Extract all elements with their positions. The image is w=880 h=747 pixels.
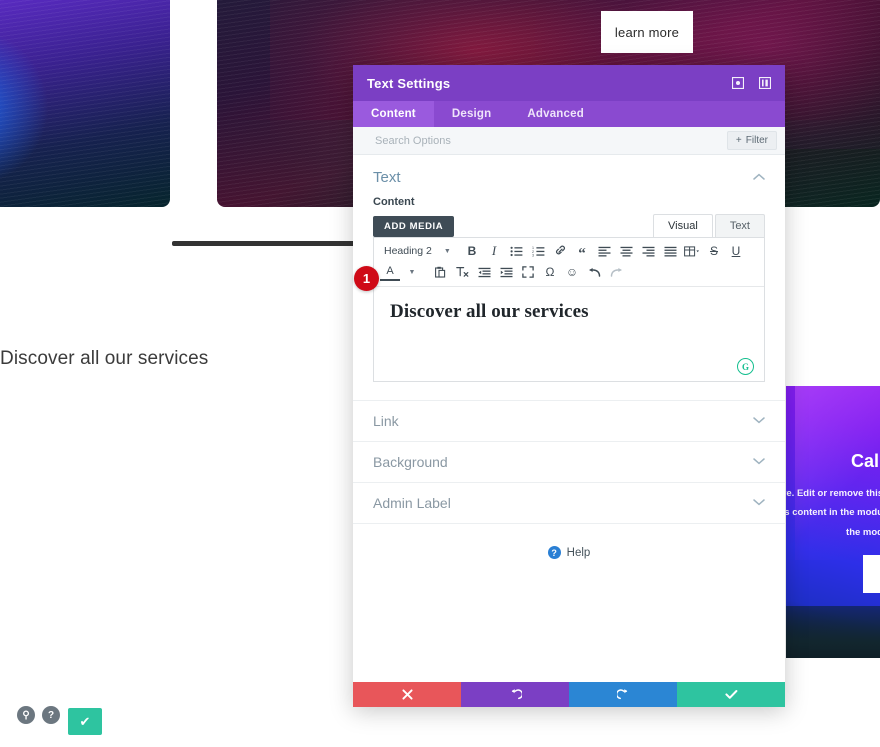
tab-design[interactable]: Design bbox=[434, 101, 510, 127]
promo-cta-button[interactable] bbox=[863, 555, 880, 593]
format-select[interactable]: Heading 2 ▼ bbox=[380, 245, 460, 257]
outdent-icon[interactable] bbox=[474, 264, 494, 281]
toolbar-row-1: Heading 2 ▼ B I 1 2 3 “ S U bbox=[380, 240, 758, 262]
accordion-item-background[interactable]: Background bbox=[353, 441, 785, 482]
bold-icon[interactable]: B bbox=[462, 243, 482, 260]
editor-toolbar: Heading 2 ▼ B I 1 2 3 “ S U A ▼ Ω ☺ bbox=[374, 238, 764, 287]
content-field-label: Content bbox=[373, 196, 415, 208]
filter-button[interactable]: + Filter bbox=[726, 131, 777, 150]
modal-title: Text Settings bbox=[367, 75, 451, 91]
undo-button[interactable] bbox=[461, 682, 569, 707]
toolbar-row-2: A ▼ Ω ☺ bbox=[380, 263, 758, 281]
modal-header-icons bbox=[731, 77, 771, 90]
strikethrough-icon[interactable]: S bbox=[704, 243, 724, 260]
tab-text[interactable]: Text bbox=[714, 214, 765, 237]
page-heading: Discover all our services bbox=[0, 348, 209, 369]
search-input[interactable] bbox=[373, 133, 727, 148]
align-center-icon[interactable] bbox=[616, 243, 636, 260]
text-color-chevron-down-icon[interactable]: ▼ bbox=[402, 264, 422, 281]
chevron-down-icon[interactable] bbox=[753, 415, 765, 427]
accordion-label: Link bbox=[373, 413, 399, 429]
link-icon[interactable] bbox=[550, 243, 570, 260]
text-color-icon[interactable]: A bbox=[380, 264, 400, 281]
modal-body: Text Content ADD MEDIA Visual Text Headi… bbox=[353, 155, 785, 682]
promo-line: here. Edit or remove this bbox=[786, 488, 880, 499]
help-icon[interactable]: ? bbox=[42, 706, 60, 724]
help-icon: ? bbox=[547, 546, 561, 559]
grammarly-icon[interactable]: G bbox=[737, 358, 754, 375]
table-icon[interactable] bbox=[682, 243, 702, 260]
editor-view-tabs: Visual Text bbox=[653, 214, 765, 237]
align-right-icon[interactable] bbox=[638, 243, 658, 260]
expand-icon[interactable] bbox=[731, 77, 744, 90]
screen-root: learn more Discover all our services Cal… bbox=[0, 0, 880, 747]
text-section-header[interactable]: Text bbox=[353, 155, 785, 194]
editor-top-row: ADD MEDIA Visual Text bbox=[373, 214, 765, 237]
accordion-label: Admin Label bbox=[373, 495, 451, 511]
page-save-button[interactable]: ✔ bbox=[68, 708, 102, 735]
section-divider bbox=[172, 241, 368, 246]
chevron-down-icon[interactable] bbox=[753, 456, 765, 468]
undo-icon[interactable] bbox=[584, 264, 604, 281]
text-settings-modal: Text Settings Content Design Advanced Se… bbox=[353, 65, 785, 707]
modal-header: Text Settings bbox=[353, 65, 785, 101]
align-left-icon[interactable] bbox=[594, 243, 614, 260]
hero-texture bbox=[0, 0, 170, 207]
filter-label: Filter bbox=[745, 135, 768, 146]
modal-tabbar: Content Design Advanced bbox=[353, 101, 785, 127]
accordion-item-admin-label[interactable]: Admin Label bbox=[353, 482, 785, 524]
promo-line: the mod bbox=[846, 526, 880, 538]
promo-footer-shade bbox=[786, 606, 880, 658]
tab-advanced[interactable]: Advanced bbox=[509, 101, 602, 127]
promo-title: Call bbox=[850, 451, 880, 471]
bullet-list-icon[interactable] bbox=[506, 243, 526, 260]
tab-content[interactable]: Content bbox=[353, 101, 434, 127]
search-options-bar: + Filter bbox=[353, 127, 785, 155]
indent-icon[interactable] bbox=[496, 264, 516, 281]
help-row[interactable]: ? Help bbox=[353, 524, 785, 559]
editor-wrapper: ADD MEDIA Visual Text Heading 2 ▼ B I 1 … bbox=[353, 214, 785, 382]
add-media-button[interactable]: ADD MEDIA bbox=[373, 216, 455, 237]
italic-icon[interactable]: I bbox=[484, 243, 504, 260]
redo-icon[interactable] bbox=[606, 264, 626, 281]
svg-text:3: 3 bbox=[532, 253, 534, 257]
accordion-item-link[interactable]: Link bbox=[353, 400, 785, 441]
blockquote-icon[interactable]: “ bbox=[572, 240, 592, 262]
search-icon[interactable]: ⚲ bbox=[17, 706, 35, 724]
layout-icon[interactable] bbox=[758, 77, 771, 90]
redo-button[interactable] bbox=[569, 682, 677, 707]
promo-card: Call here. Edit or remove this f this co… bbox=[786, 386, 880, 658]
tab-visual[interactable]: Visual bbox=[653, 214, 713, 237]
rich-text-editor: Heading 2 ▼ B I 1 2 3 “ S U A ▼ Ω ☺ Disc… bbox=[373, 237, 765, 382]
promo-body: here. Edit or remove this f this content… bbox=[786, 484, 880, 542]
editor-heading-text: Discover all our services bbox=[390, 301, 589, 322]
hero-card-left bbox=[0, 0, 170, 207]
accordion-label: Background bbox=[373, 454, 448, 470]
chevron-up-icon[interactable] bbox=[753, 172, 765, 184]
cancel-button[interactable] bbox=[353, 682, 461, 707]
chevron-down-icon[interactable] bbox=[753, 497, 765, 509]
page-floating-controls: ⚲ ? bbox=[17, 706, 60, 724]
help-label: Help bbox=[566, 546, 591, 559]
underline-icon[interactable]: U bbox=[726, 243, 746, 260]
editor-content-area[interactable]: Discover all our services G bbox=[374, 287, 764, 381]
settings-accordion: Link Background Admin Label bbox=[353, 400, 785, 524]
format-select-value: Heading 2 bbox=[384, 245, 432, 257]
plus-icon: + bbox=[735, 135, 742, 146]
promo-line: f this content in the modu bbox=[786, 507, 880, 519]
clear-formatting-icon[interactable] bbox=[452, 264, 472, 281]
fullscreen-icon[interactable] bbox=[518, 264, 538, 281]
modal-footer bbox=[353, 682, 785, 707]
emoji-icon[interactable]: ☺ bbox=[562, 264, 582, 281]
numbered-list-icon[interactable]: 1 2 3 bbox=[528, 243, 548, 260]
align-justify-icon[interactable] bbox=[660, 243, 680, 260]
learn-more-button[interactable]: learn more bbox=[601, 11, 693, 53]
paste-as-text-icon[interactable] bbox=[430, 264, 450, 281]
chevron-down-icon: ▼ bbox=[443, 247, 451, 255]
step-badge-1: 1 bbox=[354, 266, 379, 291]
save-button[interactable] bbox=[677, 682, 785, 707]
section-title: Text bbox=[373, 169, 401, 186]
special-character-icon[interactable]: Ω bbox=[540, 264, 560, 281]
